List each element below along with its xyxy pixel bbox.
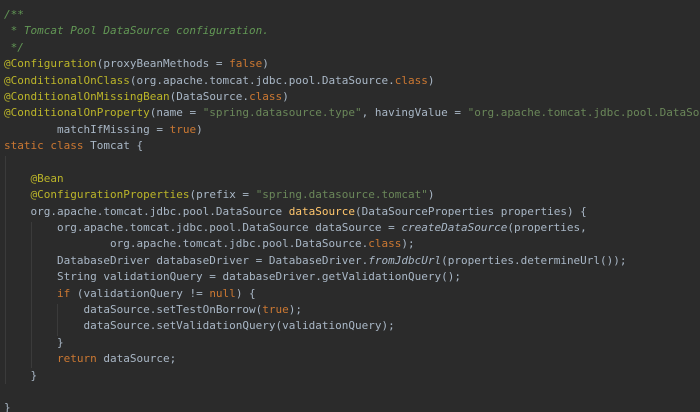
code-token: );	[288, 303, 303, 317]
code-token: static class	[4, 139, 91, 153]
code-token: (properties,	[507, 221, 587, 235]
code-token: null	[209, 286, 236, 300]
code-token: }	[4, 401, 11, 412]
code-token: (validationQuery !=	[76, 286, 210, 300]
code-token: @ConditionalOnMissingBean	[4, 89, 170, 103]
code-token: class	[249, 89, 283, 103]
code-line[interactable]: String validationQuery = databaseDriver.…	[4, 269, 700, 285]
code-line[interactable]: dataSource.setTestOnBorrow(true);	[4, 302, 700, 318]
code-line[interactable]: if (validationQuery != null) {	[4, 286, 700, 302]
code-token: true	[262, 303, 289, 317]
code-token: String validationQuery = databaseDriver.…	[4, 270, 461, 284]
code-token: return	[56, 352, 104, 366]
code-token: @Bean	[30, 171, 64, 185]
code-token: (name =	[149, 106, 203, 120]
code-line[interactable]: org.apache.tomcat.jdbc.pool.DataSource.c…	[4, 236, 700, 252]
code-line[interactable]: org.apache.tomcat.jdbc.pool.DataSource d…	[4, 220, 700, 236]
code-line[interactable]: @ConditionalOnMissingBean(DataSource.cla…	[4, 89, 700, 105]
code-token: /**	[4, 8, 24, 21]
code-line[interactable]: DatabaseDriver databaseDriver = Database…	[4, 253, 700, 269]
code-token: matchIfMissing =	[4, 122, 170, 136]
code-line[interactable]: dataSource.setValidationQuery(validation…	[4, 318, 700, 334]
code-line[interactable]: @Configuration(proxyBeanMethods = false)	[4, 56, 700, 72]
code-token: )	[196, 122, 203, 136]
code-token: dataSource.setValidationQuery(validation…	[4, 319, 395, 333]
code-token: dataSource;	[103, 352, 177, 366]
code-token: , havingValue =	[361, 106, 468, 120]
code-line[interactable]: * Tomcat Pool DataSource configuration.	[4, 23, 700, 39]
code-line[interactable]: static class Tomcat {	[4, 138, 700, 154]
code-token: org.apache.tomcat.jdbc.pool.DataSource	[4, 204, 289, 218]
code-line[interactable]: @ConditionalOnProperty(name = "spring.da…	[4, 105, 700, 121]
code-token: );	[401, 237, 415, 251]
code-token: true	[169, 122, 197, 136]
code-token: )	[282, 89, 289, 103]
code-token: if	[56, 286, 77, 300]
code-token: false	[229, 57, 263, 71]
code-token: */	[4, 40, 24, 54]
code-line[interactable]: @Bean	[4, 171, 700, 187]
code-line[interactable]: }	[4, 368, 700, 384]
code-token: @ConfigurationProperties	[30, 188, 190, 202]
code-token: (properties.determineUrl());	[441, 253, 627, 267]
code-token: (DataSourceProperties properties) {	[355, 204, 587, 218]
code-token: ) {	[235, 286, 256, 300]
code-token: @Configuration	[4, 57, 97, 71]
code-token: @ConditionalOnProperty	[4, 106, 150, 120]
code-token: DatabaseDriver databaseDriver = Database…	[4, 253, 369, 267]
code-editor[interactable]: /** * Tomcat Pool DataSource configurati…	[0, 0, 700, 412]
code-token: "spring.datasource.tomcat"	[255, 188, 428, 202]
code-token: class	[368, 237, 402, 251]
code-line[interactable]: return dataSource;	[4, 351, 700, 367]
code-token: "spring.datasource.type"	[202, 106, 362, 120]
code-token: "org.apache.tomcat.jdbc.pool.DataSource"	[467, 106, 700, 120]
code-token: dataSource	[288, 204, 356, 218]
code-line[interactable]: @ConditionalOnClass(org.apache.tomcat.jd…	[4, 73, 700, 89]
code-token: Tomcat {	[90, 139, 144, 153]
code-line[interactable]: }	[4, 400, 700, 412]
code-token: (DataSource.	[169, 89, 250, 103]
code-line[interactable]: /**	[4, 7, 700, 23]
code-token: org.apache.tomcat.jdbc.pool.DataSource d…	[4, 221, 402, 235]
code-token: org.apache.tomcat.jdbc.pool.DataSource.	[4, 237, 369, 251]
code-token: (org.apache.tomcat.jdbc.pool.DataSource.	[129, 73, 395, 87]
code-line[interactable]: @ConfigurationProperties(prefix = "sprin…	[4, 187, 700, 203]
code-token: @ConditionalOnClass	[4, 73, 130, 87]
code-token: class	[394, 73, 428, 87]
code-line[interactable]	[4, 384, 700, 400]
code-line[interactable]: }	[4, 335, 700, 351]
code-token: }	[4, 335, 64, 349]
code-token: )	[262, 57, 269, 71]
code-content[interactable]: /** * Tomcat Pool DataSource configurati…	[4, 7, 700, 412]
code-line[interactable]: */	[4, 40, 700, 56]
code-token: )	[427, 73, 435, 87]
code-line[interactable]	[4, 155, 700, 171]
code-token: )	[427, 188, 435, 202]
code-token: (proxyBeanMethods =	[96, 57, 230, 71]
code-token: createDataSource	[401, 221, 508, 235]
code-token: }	[4, 368, 38, 382]
code-token: dataSource.setTestOnBorrow(	[4, 303, 263, 317]
code-token: (prefix =	[189, 188, 256, 202]
code-line[interactable]: matchIfMissing = true)	[4, 122, 700, 138]
code-line[interactable]: org.apache.tomcat.jdbc.pool.DataSource d…	[4, 204, 700, 220]
code-token: * Tomcat Pool DataSource configuration.	[4, 24, 269, 38]
code-token: fromJdbcUrl	[368, 253, 442, 267]
